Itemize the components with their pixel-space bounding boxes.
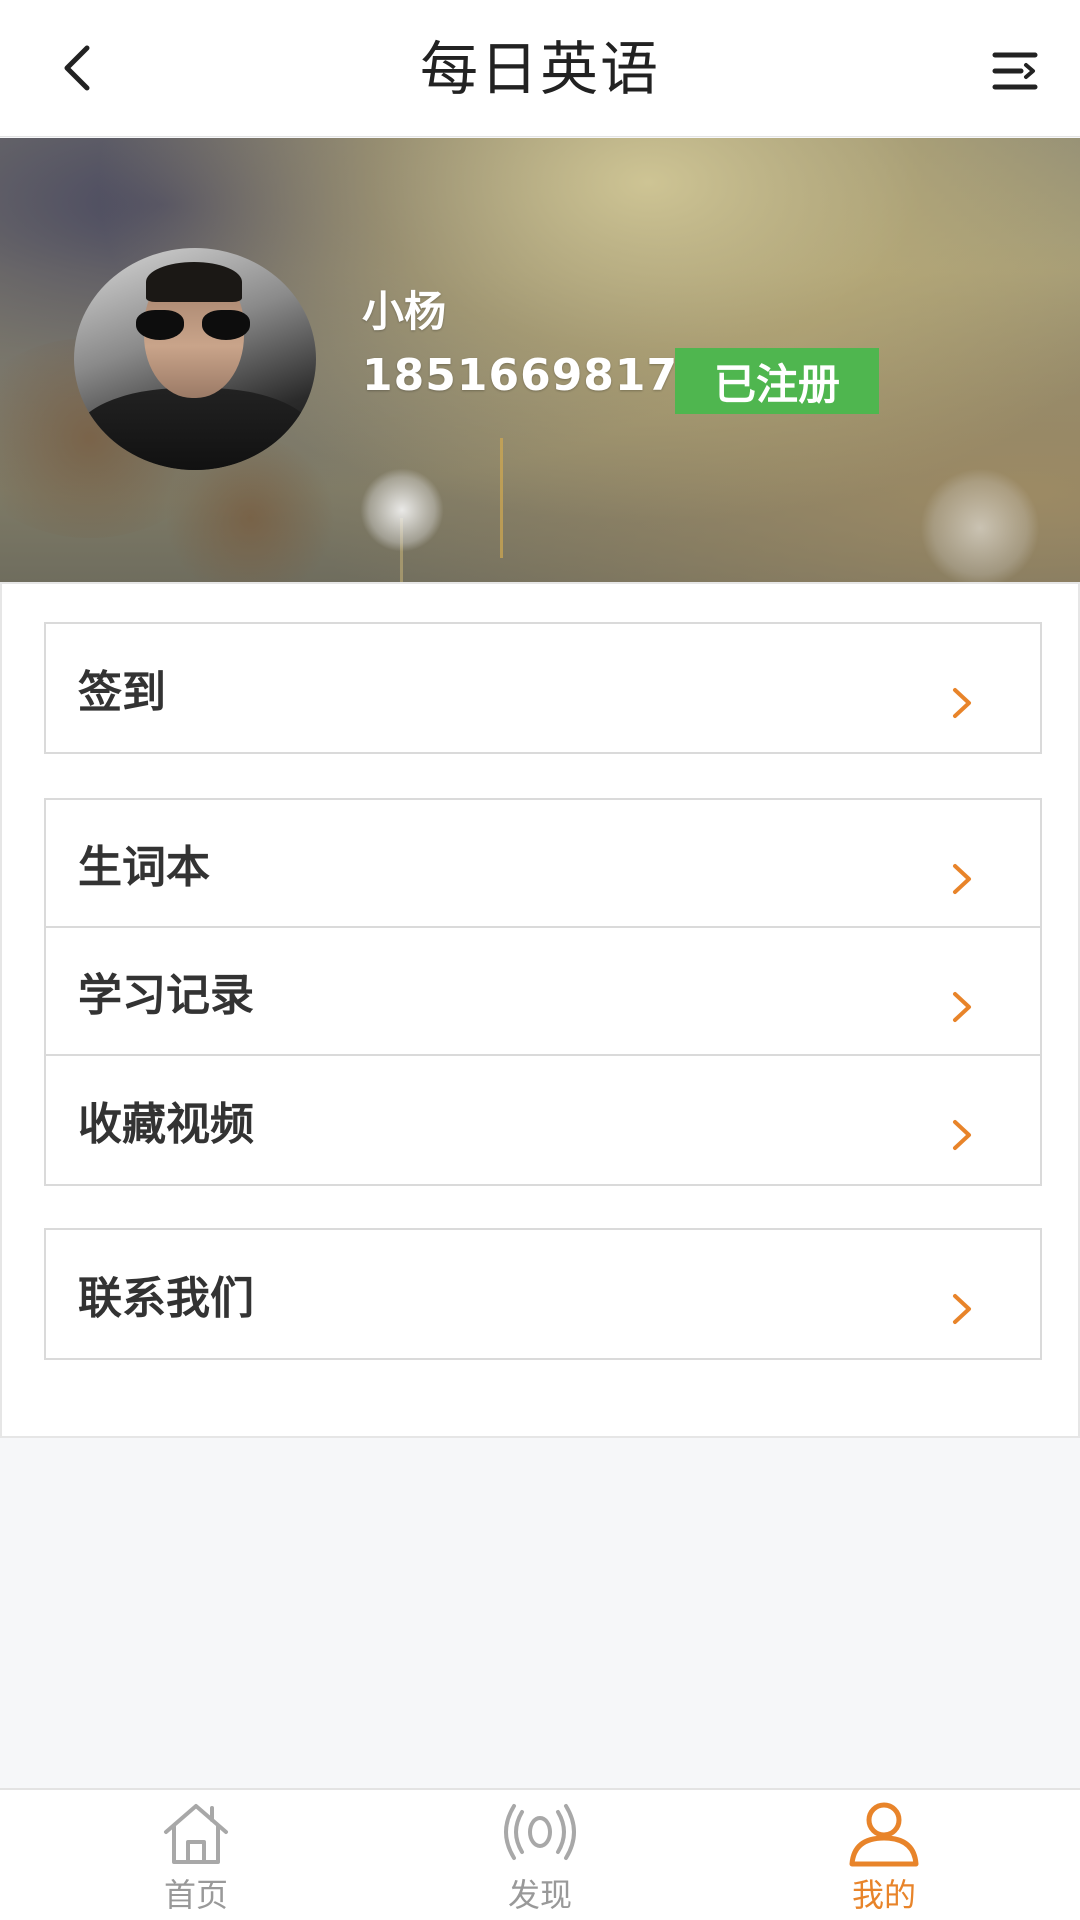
menu-group-checkin: 签到: [44, 622, 1042, 754]
profile-banner: 小杨 18516698177 已注册: [0, 138, 1080, 582]
menu-item-label: 生词本: [78, 842, 210, 893]
avatar[interactable]: [74, 248, 316, 470]
menu-item-label: 签到: [78, 667, 166, 718]
chevron-right-icon: [953, 992, 971, 1022]
banner-background-shape: [500, 438, 503, 558]
menu-icon: [992, 52, 1038, 90]
phone-number: 18516698177: [362, 350, 710, 401]
menu-card: 签到 生词本 学习记录 收藏视频 联系我们: [0, 582, 1080, 1438]
chevron-right-icon: [953, 688, 971, 718]
tab-home[interactable]: 首页: [116, 1798, 276, 1918]
dandelion-graphic: [920, 468, 1040, 582]
bottom-tab-bar: 首页 发现 我的: [0, 1788, 1080, 1920]
home-icon: [164, 1804, 228, 1864]
chevron-right-icon: [953, 864, 971, 894]
menu-button[interactable]: [982, 38, 1048, 104]
menu-item-label: 联系我们: [78, 1273, 254, 1324]
avatar-photo-part: [136, 310, 252, 340]
app-root: 每日英语 小杨 18516698177 已注册 签到 生词本 学习记录 收藏视频…: [0, 0, 1080, 1920]
tab-discover[interactable]: 发现: [460, 1798, 620, 1918]
menu-group-study: 生词本 学习记录 收藏视频: [44, 798, 1042, 1186]
menu-item-checkin[interactable]: 签到: [46, 624, 1040, 752]
back-button[interactable]: [44, 35, 110, 101]
dandelion-graphic: [360, 468, 444, 552]
menu-item-label: 收藏视频: [78, 1099, 254, 1150]
menu-item-label: 学习记录: [78, 970, 254, 1021]
page-title: 每日英语: [419, 35, 660, 103]
top-nav-bar: 每日英语: [0, 0, 1080, 137]
menu-item-favorite-videos[interactable]: 收藏视频: [46, 1056, 1040, 1184]
avatar-photo-part: [74, 388, 316, 470]
menu-item-vocabulary[interactable]: 生词本: [46, 800, 1040, 928]
username: 小杨: [362, 287, 447, 336]
menu-item-study-record[interactable]: 学习记录: [46, 928, 1040, 1056]
tab-label: 首页: [163, 1876, 228, 1914]
broadcast-icon: [504, 1804, 576, 1860]
tab-mine[interactable]: 我的: [804, 1798, 964, 1918]
chevron-left-icon: [64, 45, 90, 91]
menu-item-contact-us[interactable]: 联系我们: [46, 1230, 1040, 1358]
chevron-right-icon: [953, 1120, 971, 1150]
tab-label: 发现: [507, 1876, 572, 1914]
user-icon: [849, 1802, 919, 1867]
menu-group-contact: 联系我们: [44, 1228, 1042, 1360]
avatar-photo-part: [146, 262, 242, 302]
status-badge: 已注册: [675, 348, 879, 414]
chevron-right-icon: [953, 1294, 971, 1324]
tab-label: 我的: [851, 1876, 916, 1914]
